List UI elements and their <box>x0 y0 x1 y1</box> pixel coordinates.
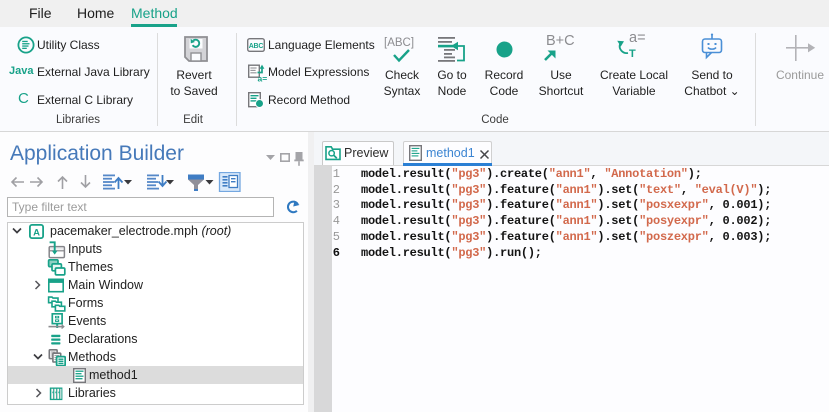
svg-text:a=: a= <box>258 74 268 84</box>
svg-text:T: T <box>629 48 636 58</box>
svg-text:A: A <box>33 227 40 238</box>
svg-text:ABC: ABC <box>249 43 264 50</box>
